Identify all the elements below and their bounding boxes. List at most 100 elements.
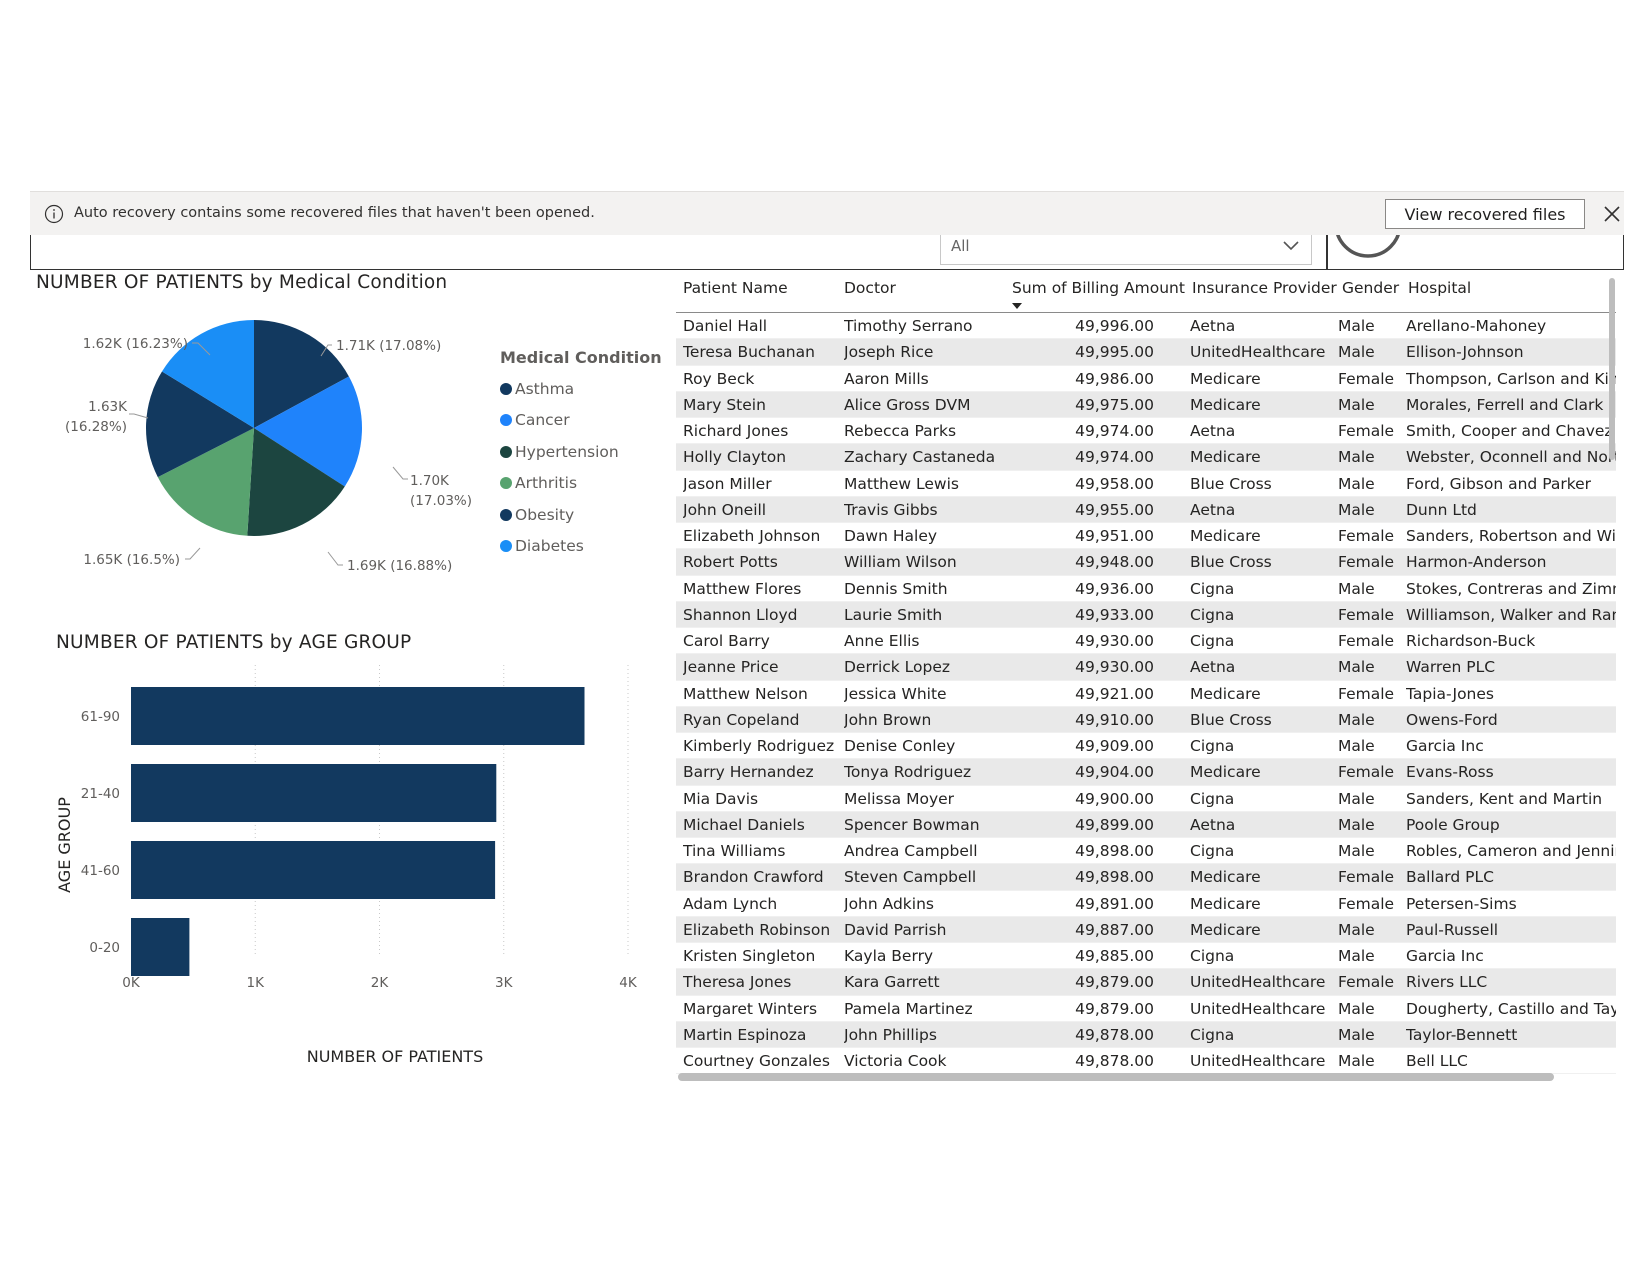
cell-hospital: Dougherty, Castillo and Tayl	[1406, 999, 1616, 1018]
cell-gender: Female	[1338, 605, 1395, 624]
table-row[interactable]: Theresa Jones Kara Garrett 49,879.00 United…	[676, 969, 1616, 996]
x-tick-label: 2K	[371, 975, 390, 991]
table-row[interactable]: Elizabeth Johnson Dawn Haley 49,951.00 Medi…	[676, 523, 1616, 550]
table-row[interactable]: Kimberly Rodriguez Denise Conley 49,909.00…	[676, 733, 1616, 760]
panel-divider	[1326, 232, 1328, 270]
cell-patient-name: Mary Stein	[683, 395, 766, 414]
table-row[interactable]: Elizabeth Robinson David Parrish 49,887.00…	[676, 916, 1616, 943]
column-header-doctor[interactable]: Doctor	[844, 279, 896, 297]
cell-billing-amount: 49,885.00	[1075, 947, 1154, 965]
legend-item-cancer[interactable]: Cancer	[500, 405, 662, 437]
cell-doctor: Steven Campbell	[844, 868, 977, 887]
x-axis-title: NUMBER OF PATIENTS	[307, 1047, 483, 1066]
close-icon[interactable]	[1602, 204, 1622, 224]
table-row[interactable]: John Oneill Travis Gibbs 49,955.00 Aetna Mal…	[676, 496, 1616, 523]
legend-item-hypertension[interactable]: Hypertension	[500, 436, 662, 468]
table-row[interactable]: Robert Potts William Wilson 49,948.00 Blue …	[676, 549, 1616, 576]
cell-hospital: Smith, Cooper and Chavez	[1406, 422, 1613, 440]
y-category-label: 41-60	[81, 863, 120, 879]
bar-61-90[interactable]	[131, 687, 585, 745]
cell-hospital: Poole Group	[1406, 815, 1500, 834]
cell-doctor: Laurie Smith	[844, 605, 943, 624]
column-header-gender[interactable]: Gender	[1342, 279, 1399, 297]
table-row[interactable]: Jason Miller Matthew Lewis 49,958.00 Blue C…	[676, 471, 1616, 497]
cell-insurance-provider: UnitedHealthcare	[1190, 1052, 1326, 1070]
slicer-dropdown[interactable]: All	[940, 233, 1312, 265]
cell-hospital: Garcia Inc	[1406, 737, 1484, 755]
horizontal-scrollbar[interactable]	[678, 1073, 1554, 1081]
column-header-insurance-provider[interactable]: Insurance Provider	[1192, 279, 1337, 297]
column-header-hospital[interactable]: Hospital	[1408, 279, 1471, 297]
cell-patient-name: Daniel Hall	[683, 317, 768, 335]
column-header-billing-amount[interactable]: Sum of Billing Amount	[1012, 279, 1185, 297]
table-row[interactable]: Ryan Copeland John Brown 49,910.00 Blue Cro…	[676, 706, 1616, 733]
sort-descending-icon[interactable]	[1012, 303, 1022, 309]
cell-billing-amount: 49,948.00	[1075, 553, 1154, 572]
cell-billing-amount: 49,899.00	[1075, 815, 1154, 834]
table-row[interactable]: Courtney Gonzales Victoria Cook 49,878.00 U…	[676, 1048, 1616, 1075]
table-row[interactable]: Matthew Flores Dennis Smith 49,936.00 Cigna…	[676, 576, 1616, 602]
table-row[interactable]: Michael Daniels Spencer Bowman 49,899.00 Ae…	[676, 811, 1616, 838]
cell-insurance-provider: Medicare	[1190, 369, 1261, 388]
bar-0-20[interactable]	[131, 918, 190, 976]
cell-billing-amount: 49,974.00	[1075, 422, 1154, 440]
table-row[interactable]: Adam Lynch John Adkins 49,891.00 Medicare Fe…	[676, 891, 1616, 917]
column-header-patient-name[interactable]: Patient Name	[683, 279, 788, 297]
bar-21-40[interactable]	[131, 764, 497, 822]
table-row[interactable]: Barry Hernandez Tonya Rodriguez 49,904.00 M…	[676, 759, 1616, 786]
cell-billing-amount: 49,933.00	[1075, 605, 1154, 624]
legend-swatch	[500, 382, 512, 395]
cell-billing-amount: 49,958.00	[1075, 474, 1154, 493]
table-row[interactable]: Holly Clayton Zachary Castaneda 49,974.00 M…	[676, 444, 1616, 471]
table-row[interactable]: Roy Beck Aaron Mills 49,986.00 Medicare Fema…	[676, 366, 1616, 392]
table-row[interactable]: Martin Espinoza John Phillips 49,878.00 Cig…	[676, 1021, 1616, 1048]
cell-doctor: John Phillips	[844, 1025, 937, 1044]
cell-insurance-provider: Cigna	[1190, 632, 1235, 650]
data-label-asthma: 1.71K (17.08%)	[336, 338, 441, 354]
cell-patient-name: Matthew Flores	[683, 579, 802, 598]
vertical-scrollbar[interactable]	[1609, 278, 1615, 460]
cell-insurance-provider: UnitedHealthcare	[1190, 999, 1326, 1018]
cell-insurance-provider: Cigna	[1190, 1025, 1235, 1044]
cell-gender: Female	[1338, 868, 1395, 887]
table-row[interactable]: Brandon Crawford Steven Campbell 49,898.00…	[676, 864, 1616, 891]
cell-hospital: Ballard PLC	[1406, 868, 1494, 887]
cell-insurance-provider: Blue Cross	[1190, 474, 1272, 493]
table-row[interactable]: Richard Jones Rebecca Parks 49,974.00 Aetna…	[676, 418, 1616, 445]
cell-billing-amount: 49,887.00	[1075, 920, 1154, 939]
table-row[interactable]: Mia Davis Melissa Moyer 49,900.00 Cigna Male…	[676, 786, 1616, 812]
table-row[interactable]: Mary Stein Alice Gross DVM 49,975.00 Medica…	[676, 391, 1616, 418]
cell-patient-name: John Oneill	[683, 500, 767, 519]
cell-gender: Male	[1338, 710, 1375, 729]
cell-hospital: Taylor-Bennett	[1406, 1025, 1518, 1044]
cell-patient-name: Holly Clayton	[683, 448, 787, 467]
cell-hospital: Richardson-Buck	[1406, 632, 1536, 650]
table-row[interactable]: Shannon Lloyd Laurie Smith 49,933.00 Cigna F…	[676, 601, 1616, 628]
cell-gender: Male	[1338, 448, 1375, 467]
cell-hospital: Petersen-Sims	[1406, 894, 1517, 913]
cell-billing-amount: 49,900.00	[1075, 789, 1154, 808]
table-row[interactable]: Carol Barry Anne Ellis 49,930.00 Cigna Femal…	[676, 628, 1616, 655]
view-recovered-files-button[interactable]: View recovered files	[1385, 199, 1585, 229]
y-axis-title: AGE GROUP	[55, 797, 74, 893]
table-row[interactable]: Kristen Singleton Kayla Berry 49,885.00 Cig…	[676, 943, 1616, 970]
cell-gender: Female	[1338, 973, 1395, 992]
legend-item-arthritis[interactable]: Arthritis	[500, 468, 662, 500]
bar-41-60[interactable]	[131, 841, 496, 899]
cell-doctor: Matthew Lewis	[844, 474, 959, 493]
cell-patient-name: Martin Espinoza	[683, 1025, 807, 1044]
table-row[interactable]: Tina Williams Andrea Campbell 49,898.00 Cig…	[676, 838, 1616, 865]
legend-label: Arthritis	[515, 474, 578, 493]
legend-item-asthma[interactable]: Asthma	[500, 373, 662, 405]
legend-item-obesity[interactable]: Obesity	[500, 499, 662, 531]
table-row[interactable]: Jeanne Price Derrick Lopez 49,930.00 Aetna M…	[676, 654, 1616, 681]
cell-hospital: Warren PLC	[1406, 658, 1496, 677]
table-row[interactable]: Teresa Buchanan Joseph Rice 49,995.00 Unite…	[676, 339, 1616, 366]
legend-label: Cancer	[515, 411, 570, 430]
label-leader-arthritis	[185, 547, 201, 560]
table-row[interactable]: Daniel Hall Timothy Serrano 49,996.00 Aetna…	[676, 313, 1616, 340]
cell-gender: Female	[1338, 632, 1395, 650]
legend-item-diabetes[interactable]: Diabetes	[500, 531, 662, 563]
table-row[interactable]: Margaret Winters Pamela Martinez 49,879.00…	[676, 996, 1616, 1022]
table-row[interactable]: Matthew Nelson Jessica White 49,921.00 Medi…	[676, 681, 1616, 707]
